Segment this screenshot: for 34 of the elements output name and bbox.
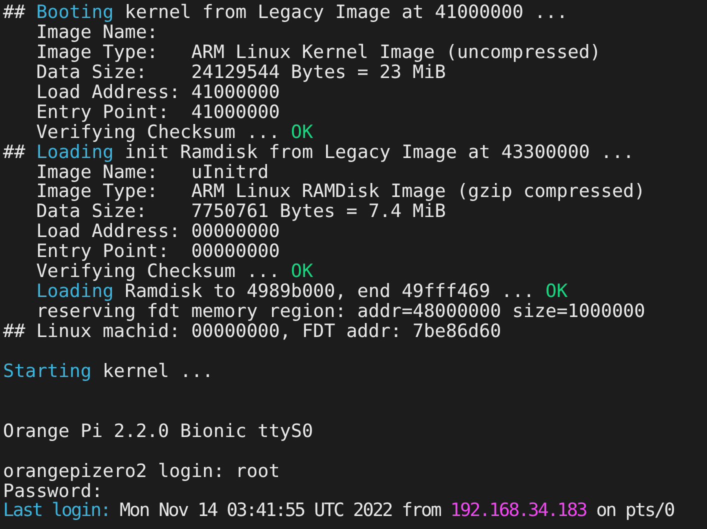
console-text: Ramdisk to 4989b000, end 49fff469 ... — [124, 281, 536, 302]
console-text: init Ramdisk from Legacy Image at 43300000 ... — [124, 142, 634, 163]
console-text: Image Type: ARM Linux RAMDisk Image (gzip compressed) — [36, 181, 646, 202]
console-text: reserving fdt memory region: addr=48000000 size=1000000 — [36, 301, 646, 322]
console-text: OK — [546, 281, 568, 302]
console-text: Password: — [3, 480, 103, 502]
console-text: Entry Point: 00000000 — [36, 241, 280, 262]
console-text: Last login: — [3, 500, 110, 522]
console-text: Verifying Checksum ... — [36, 261, 281, 282]
console-text: Entry Point: 41000000 — [36, 102, 280, 123]
console-text: OK — [290, 122, 314, 143]
console-text: kernel from Legacy Image at 41000000 ... — [124, 2, 568, 23]
console-text: ## — [3, 142, 26, 163]
console-text: ## — [3, 2, 26, 23]
console-text: Data Size: 24129544 Bytes = 23 MiB — [36, 62, 446, 83]
console-text: Loading — [36, 281, 114, 302]
console-text: Load Address: 00000000 — [36, 221, 280, 242]
console-text: Verifying Checksum ... — [36, 122, 281, 143]
console-text: Starting — [3, 360, 92, 382]
console-text: Mon Nov 14 03:41:55 UTC 2022 from — [118, 500, 442, 522]
console-text: orangepizero2 login: root — [3, 460, 280, 482]
console-text: on pts/0 — [595, 500, 674, 522]
console-text: Data Size: 7750761 Bytes = 7.4 MiB — [36, 201, 446, 222]
console-text: Booting — [36, 2, 114, 23]
console-text: kernel ... — [102, 360, 214, 382]
console-text: Image Type: ARM Linux Kernel Image (uncompressed) — [36, 42, 601, 63]
console-text: Image Name: — [36, 22, 158, 43]
console-text: 192.168.34.183 — [450, 500, 586, 522]
console-text: Load Address: 41000000 — [36, 82, 280, 103]
console-text: Image Name: uInitrd — [36, 162, 269, 182]
console-text: ## Linux machid: 00000000, FDT addr: 7be86d60 — [3, 321, 502, 342]
console-text: Orange Pi 2.2.0 Bionic ttyS0 — [3, 420, 314, 442]
console-text: Loading — [36, 142, 114, 163]
console-text: OK — [290, 261, 314, 282]
